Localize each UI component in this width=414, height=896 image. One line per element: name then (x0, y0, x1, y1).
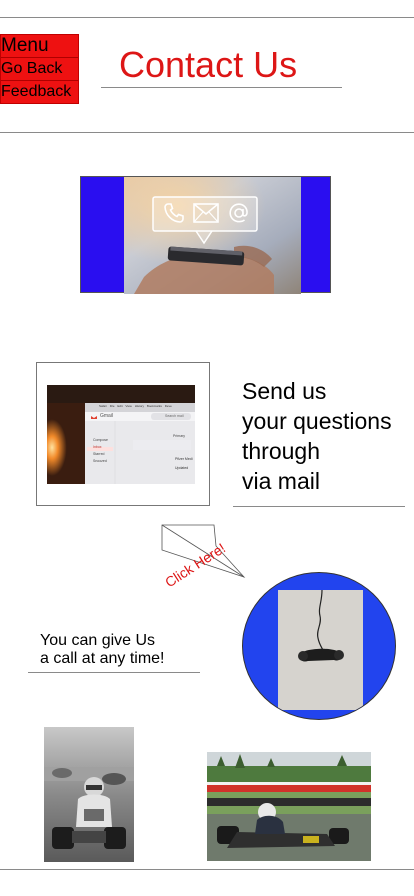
call-instructions: You can give Us a call at any time! (40, 632, 165, 668)
gmail-search: Search mail (165, 414, 184, 418)
mac-menu-item: Bookmarks (146, 404, 162, 408)
gmail-sidebar: Compose Inbox Starred Snoozed (93, 437, 108, 465)
menu-panel: Menu Go Back Feedback (0, 34, 79, 104)
gmail-sidebar-item: Compose (93, 438, 108, 442)
mac-menu-bar: Safari File Edit View History Bookmarks … (99, 404, 172, 408)
at-sign-icon (229, 203, 248, 223)
gmail-sidebar-item: Snoozed (93, 459, 107, 463)
feedback-link[interactable]: Feedback (1, 81, 78, 104)
mail-card: Gmail Safari File Edit View History Book… (36, 362, 210, 506)
mac-menu-item: View (125, 404, 132, 408)
mail-text-underline (233, 506, 405, 507)
mail-text-line: via mail (242, 468, 320, 494)
gmail-list: Pfizer Medi Updated (175, 455, 193, 473)
gmail-list-item: Pfizer Medi (175, 457, 193, 461)
call-text-line: a call at any time! (40, 650, 165, 667)
gmail-laptop-image: Gmail Safari File Edit View History Book… (47, 385, 195, 484)
telephone-image (278, 589, 363, 710)
envelope-icon (193, 203, 219, 223)
gmail-sidebar-item: Inbox (93, 445, 102, 449)
gmail-list-item: Updated (175, 466, 189, 470)
hero-banner (80, 176, 331, 294)
mail-text-line: through (242, 438, 321, 464)
mac-menu-item: Safari (99, 404, 107, 408)
mac-menu-item: Deve (164, 404, 172, 408)
title-underline (101, 87, 342, 88)
phone-circle (242, 572, 396, 720)
phone-icon (164, 203, 184, 223)
menu-button[interactable]: Menu (1, 35, 78, 58)
mail-text-line: your questions (242, 408, 392, 434)
top-divider (0, 17, 414, 18)
gmail-app-name: Gmail (100, 413, 114, 419)
mac-menu-item: Edit (117, 404, 123, 408)
gmail-sidebar-item: Starred (93, 452, 105, 456)
bottom-divider (0, 869, 414, 870)
go-back-link[interactable]: Go Back (1, 58, 78, 81)
call-text-underline (28, 672, 200, 673)
page-title: Contact Us (119, 44, 298, 85)
mac-menu-item: History (134, 404, 145, 408)
click-here-link[interactable]: Click Here! (158, 522, 246, 590)
header-divider (0, 132, 414, 133)
mail-instructions: Send us your questions through via mail (242, 376, 412, 496)
call-text-line: You can give Us (40, 632, 156, 649)
kart-racing-color-image (207, 752, 371, 861)
hero-image (124, 177, 301, 294)
kart-driver-bw-image (44, 727, 134, 862)
mac-menu-item: File (109, 404, 115, 408)
gmail-tab: Primary (173, 434, 186, 438)
mail-text-line: Send us (242, 378, 327, 404)
